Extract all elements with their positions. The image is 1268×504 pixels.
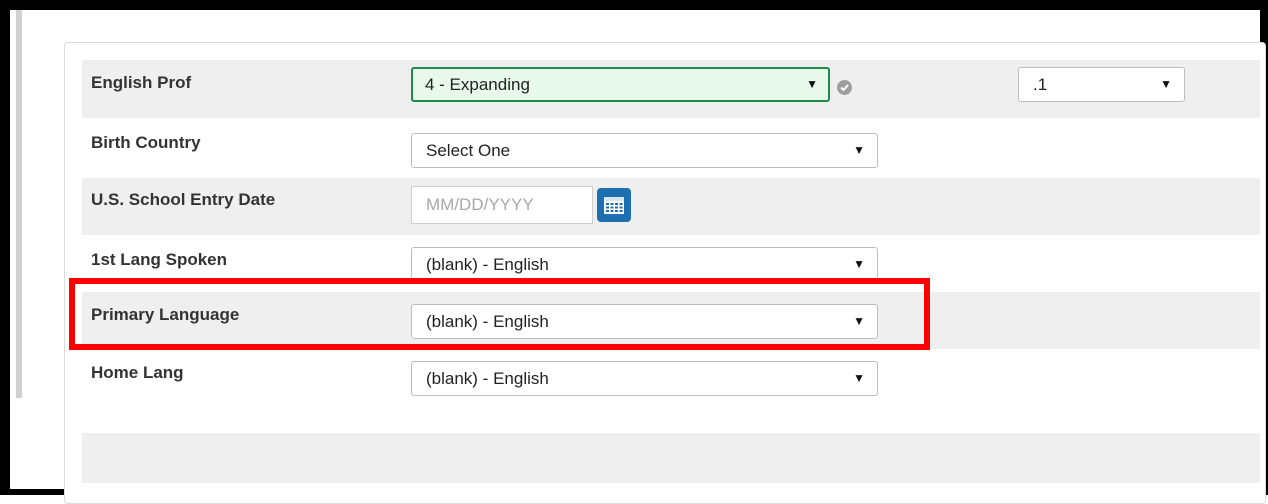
form-footer-bar bbox=[82, 433, 1260, 483]
home-lang-select[interactable]: (blank) - English ▼ bbox=[411, 361, 878, 396]
first-lang-spoken-label: 1st Lang Spoken bbox=[91, 250, 228, 269]
chevron-down-icon: ▼ bbox=[806, 77, 818, 91]
english-prof-secondary-value: .1 bbox=[1033, 75, 1048, 94]
chevron-down-icon: ▼ bbox=[853, 143, 865, 157]
date-placeholder: MM/DD/YYYY bbox=[426, 195, 534, 214]
birth-country-value: Select One bbox=[426, 141, 511, 160]
english-prof-label: English Prof bbox=[91, 73, 192, 92]
first-lang-spoken-select[interactable]: (blank) - English ▼ bbox=[411, 247, 878, 282]
english-prof-secondary-select[interactable]: .1 ▼ bbox=[1018, 67, 1185, 102]
first-lang-spoken-value: (blank) - English bbox=[426, 255, 549, 274]
home-lang-value: (blank) - English bbox=[426, 369, 549, 388]
english-prof-value: 4 - Expanding bbox=[425, 75, 530, 94]
chevron-down-icon: ▼ bbox=[853, 371, 865, 385]
row-us-school-entry-date: U.S. School Entry Date bbox=[82, 178, 1260, 235]
screenshot-border-top bbox=[0, 0, 1268, 10]
check-circle-icon bbox=[837, 80, 852, 95]
home-lang-label: Home Lang bbox=[91, 363, 184, 382]
birth-country-label: Birth Country bbox=[91, 133, 201, 152]
us-school-entry-date-input[interactable]: MM/DD/YYYY bbox=[411, 186, 593, 224]
birth-country-select[interactable]: Select One ▼ bbox=[411, 133, 878, 168]
english-prof-select[interactable]: 4 - Expanding ▼ bbox=[411, 67, 830, 102]
chevron-down-icon: ▼ bbox=[1160, 77, 1172, 91]
screenshot-border-left bbox=[0, 0, 10, 495]
us-school-entry-date-label: U.S. School Entry Date bbox=[91, 190, 276, 209]
left-gutter-scrollbar bbox=[16, 10, 22, 398]
calendar-button[interactable] bbox=[597, 188, 631, 222]
chevron-down-icon: ▼ bbox=[853, 257, 865, 271]
calendar-icon bbox=[604, 197, 624, 214]
highlight-box bbox=[69, 278, 930, 350]
